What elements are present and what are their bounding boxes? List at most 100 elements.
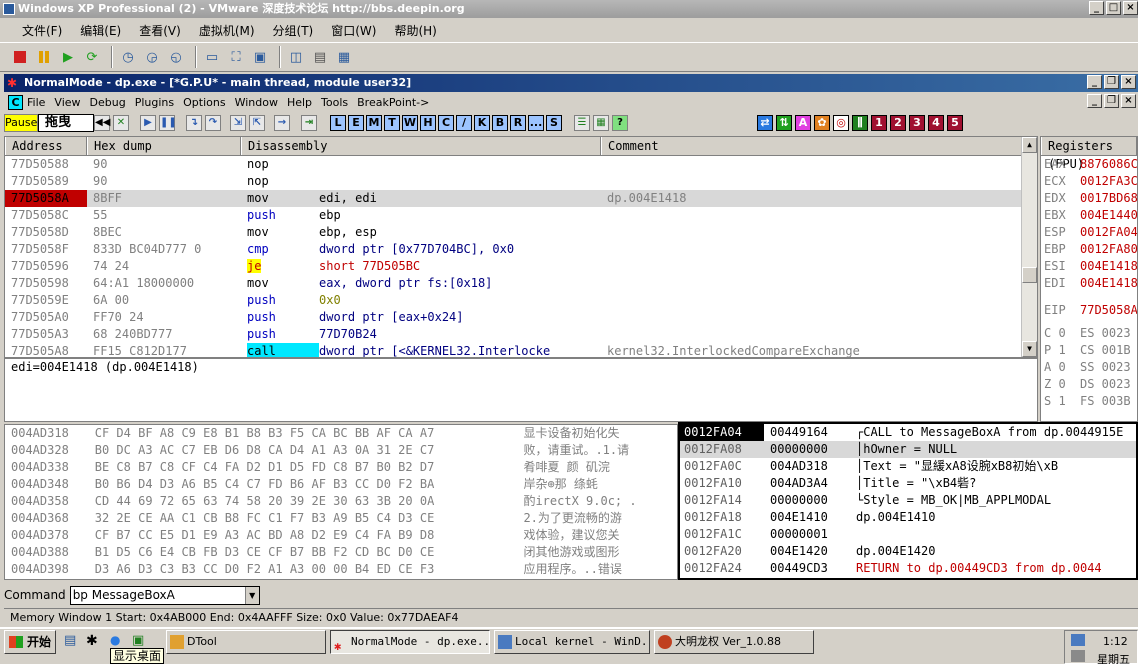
handles-window-button[interactable]: H: [420, 115, 436, 131]
console-view-icon[interactable]: ▤: [310, 47, 330, 67]
disasm-row[interactable]: 77D50596 74 24 je short 77D505BC: [5, 258, 1037, 275]
dump-row[interactable]: 004AD338 BE C8 B7 C8 CF C4 FA D2 D1 D5 FD…: [5, 459, 677, 476]
volume-icon[interactable]: [1071, 650, 1085, 662]
chevron-down-icon[interactable]: ▼: [244, 586, 259, 604]
refresh-icon[interactable]: ⇄: [757, 115, 773, 131]
menu-vm[interactable]: 虚拟机(M): [199, 22, 255, 39]
od-restore-button[interactable]: ❐: [1104, 75, 1119, 89]
slot-2-button[interactable]: 2: [890, 115, 906, 131]
disassembly-pane[interactable]: Address Hex dump Disassembly Comment 77D…: [4, 136, 1038, 358]
dump-row[interactable]: 004AD318 CF D4 BF A8 C9 E8 B1 B8 B3 F5 CA…: [5, 425, 677, 442]
trace-into-icon[interactable]: ⇲: [230, 115, 246, 131]
task-windbg[interactable]: Local kernel - WinD...: [494, 630, 650, 654]
disasm-row[interactable]: 77D505A0 FF70 24 push dword ptr [eax+0x24]: [5, 309, 1037, 326]
reset-icon[interactable]: ⟳: [82, 47, 102, 67]
power-off-icon[interactable]: [10, 47, 30, 67]
pause-icon[interactable]: ❚❚: [159, 115, 177, 131]
menu-window[interactable]: 窗口(W): [331, 22, 376, 39]
sidebar-icon[interactable]: ▭: [202, 47, 222, 67]
revert-snapshot-icon[interactable]: ◶: [142, 47, 162, 67]
task-normalmode[interactable]: ✱ NormalMode - dp.exe...: [330, 630, 490, 654]
source-button[interactable]: S: [546, 115, 562, 131]
disasm-row[interactable]: 77D505A3 68 240BD777 push 77D70B24: [5, 326, 1037, 343]
equalizer-icon[interactable]: ⫼: [852, 115, 868, 131]
disasm-row-current[interactable]: 77D5058A 8BFF mov edi, edi dp.004E1418: [5, 190, 1037, 207]
dump-row[interactable]: 004AD358 CD 44 69 72 65 63 74 58 20 39 2E…: [5, 493, 677, 510]
disasm-row[interactable]: 77D50589 90 nop: [5, 173, 1037, 190]
stack-row[interactable]: 0012FA10 004AD3A4 │Title = "\xB4砦?: [680, 475, 1136, 492]
step-into-icon[interactable]: ↴: [186, 115, 202, 131]
execute-till-return-icon[interactable]: →: [274, 115, 290, 131]
dump-row[interactable]: 004AD388 B1 D5 C6 E4 CB FB D3 CE CF B7 BB…: [5, 544, 677, 561]
maximize-button[interactable]: □: [1106, 1, 1121, 15]
modules-window-button[interactable]: E: [348, 115, 364, 131]
od-menu-plugins[interactable]: Plugins: [135, 96, 174, 109]
clock-time[interactable]: 1:12: [1103, 635, 1128, 648]
dump-row[interactable]: 004AD398 D3 A6 D3 C3 B3 CC D0 F2 A1 A3 00…: [5, 561, 677, 578]
stack-row[interactable]: 0012FA14 00000000 └Style = MB_OK|MB_APPLMO…: [680, 492, 1136, 509]
disasm-row[interactable]: 77D5059E 6A 00 push 0x0: [5, 292, 1037, 309]
show-desktop-icon[interactable]: ▣: [132, 633, 148, 649]
child-restore-button[interactable]: ❐: [1104, 94, 1119, 108]
quicklaunch-icon[interactable]: ▤: [64, 633, 80, 649]
disasm-row[interactable]: 77D5058C 55 push ebp: [5, 207, 1037, 224]
cpu-window-icon[interactable]: C: [8, 94, 23, 110]
task-daming[interactable]: 大明龙权 Ver_1.0.88: [654, 630, 814, 654]
od-menu-options[interactable]: Options: [183, 96, 225, 109]
dump-row[interactable]: 004AD368 32 2E CE AA C1 CB B8 FC C1 F7 B3…: [5, 510, 677, 527]
disasm-row[interactable]: 77D5058F 833D BC04D777 0 cmp dword ptr [0x7…: [5, 241, 1037, 258]
od-menu-help[interactable]: Help: [287, 96, 312, 109]
disasm-row[interactable]: 77D50588 90 nop: [5, 156, 1037, 173]
od-menu-view[interactable]: View: [54, 96, 80, 109]
help-icon[interactable]: ?: [612, 115, 628, 131]
registers-pane[interactable]: Registers (FPU) EAX 8876086C ECX 0012FA3C …: [1040, 136, 1138, 422]
run-trace-button[interactable]: ...: [528, 115, 544, 131]
stack-row[interactable]: 0012FA1C 00000001: [680, 526, 1136, 543]
memory-window-button[interactable]: M: [366, 115, 382, 131]
stack-row[interactable]: 0012FA20 004E1420 dp.004E1420: [680, 543, 1136, 560]
slot-4-button[interactable]: 4: [928, 115, 944, 131]
od-menu-debug[interactable]: Debug: [90, 96, 126, 109]
col-comment[interactable]: Comment: [601, 137, 1023, 155]
dump-row[interactable]: 004AD348 B0 B6 D4 D3 A6 B5 C4 C7 FD B6 AF…: [5, 476, 677, 493]
breakpoints-button[interactable]: B: [492, 115, 508, 131]
menu-edit[interactable]: 编辑(E): [80, 22, 121, 39]
col-address[interactable]: Address: [5, 137, 87, 155]
menu-help[interactable]: 帮助(H): [394, 22, 436, 39]
menu-group[interactable]: 分组(T): [273, 22, 314, 39]
stack-row[interactable]: 0012FA18 004E1410 dp.004E1410: [680, 509, 1136, 526]
od-minimize-button[interactable]: _: [1087, 75, 1102, 89]
dump-row[interactable]: 004AD378 CF B7 CC E5 D1 E9 A3 AC BD A8 D2…: [5, 527, 677, 544]
slot-5-button[interactable]: 5: [947, 115, 963, 131]
disasm-row[interactable]: 77D50598 64:A1 18000000 mov eax, dword ptr …: [5, 275, 1037, 292]
fullscreen-icon[interactable]: ⛶: [226, 47, 246, 67]
od-close-button[interactable]: ×: [1121, 75, 1136, 89]
trace-over-icon[interactable]: ⇱: [249, 115, 265, 131]
quicklaunch-bug-icon[interactable]: ✱: [86, 633, 102, 649]
od-menu-file[interactable]: File: [27, 96, 45, 109]
plugin-icon[interactable]: ⇅: [776, 115, 792, 131]
threads-window-button[interactable]: T: [384, 115, 400, 131]
snapshot-manager-icon[interactable]: ◵: [166, 47, 186, 67]
od-menu-tools[interactable]: Tools: [321, 96, 348, 109]
od-menu-window[interactable]: Window: [235, 96, 278, 109]
cpu-window-button[interactable]: C: [438, 115, 454, 131]
start-button[interactable]: 开始: [4, 630, 56, 654]
col-disassembly[interactable]: Disassembly: [241, 137, 601, 155]
close-debuggee-icon[interactable]: ✕: [113, 115, 129, 131]
disassembly-scrollbar[interactable]: ▲ ▼: [1021, 137, 1037, 357]
stack-pane[interactable]: 0012FA04 00449164 ┌CALL to MessageBoxA fro…: [678, 422, 1138, 580]
suspend-icon[interactable]: [34, 47, 54, 67]
flower-icon[interactable]: ✿: [814, 115, 830, 131]
goto-icon[interactable]: ⇥: [301, 115, 317, 131]
menu-view[interactable]: 查看(V): [139, 22, 181, 39]
snapshot-icon[interactable]: ◷: [118, 47, 138, 67]
minimize-button[interactable]: _: [1089, 1, 1104, 15]
quicklaunch-ie-icon[interactable]: ●: [110, 633, 126, 649]
unity-icon[interactable]: ▣: [250, 47, 270, 67]
summary-view-icon[interactable]: ◫: [286, 47, 306, 67]
close-button[interactable]: ×: [1123, 1, 1138, 15]
list-icon[interactable]: ☰: [574, 115, 590, 131]
rewind-icon[interactable]: ◀◀: [94, 115, 110, 131]
memory-dump-pane[interactable]: 004AD318 CF D4 BF A8 C9 E8 B1 B8 B3 F5 CA…: [4, 424, 678, 580]
